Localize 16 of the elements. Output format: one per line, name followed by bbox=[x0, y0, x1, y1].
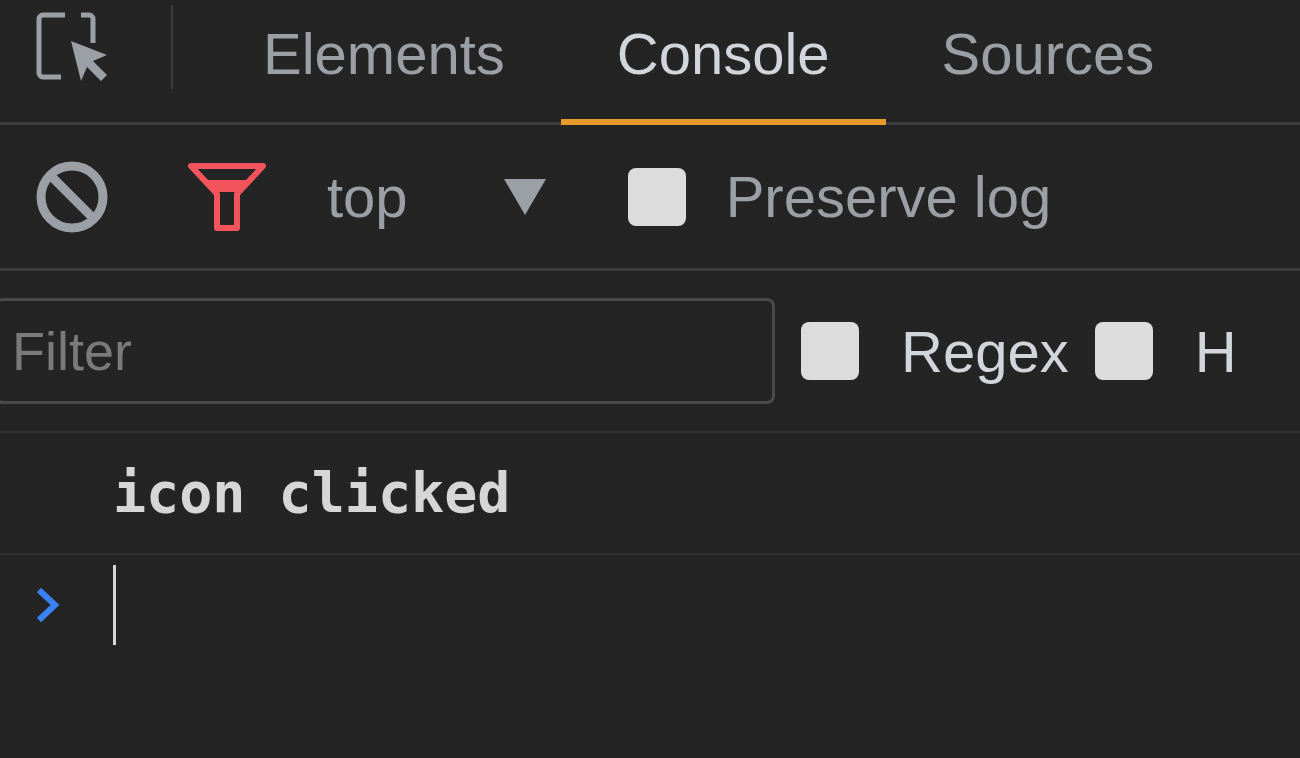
checkbox-label: H bbox=[1194, 317, 1237, 385]
checkbox-label: Regex bbox=[901, 317, 1069, 385]
checkbox-label: Preserve log bbox=[725, 163, 1052, 230]
checkbox[interactable] bbox=[627, 167, 686, 226]
console-message: icon clicked bbox=[113, 461, 511, 525]
checkbox[interactable] bbox=[1094, 322, 1153, 380]
context-dropdown[interactable]: top bbox=[327, 163, 546, 230]
filter-field[interactable]: Filter bbox=[0, 298, 775, 404]
prompt-chevron-icon bbox=[35, 587, 61, 623]
filter-icon[interactable] bbox=[187, 161, 267, 232]
clear-console-icon[interactable] bbox=[35, 159, 109, 234]
tab[interactable]: Console bbox=[560, 3, 886, 125]
tab[interactable]: Sources bbox=[885, 3, 1211, 125]
checkbox[interactable] bbox=[801, 322, 859, 380]
caret-icon bbox=[503, 178, 546, 215]
tab[interactable]: Elements bbox=[207, 3, 561, 125]
